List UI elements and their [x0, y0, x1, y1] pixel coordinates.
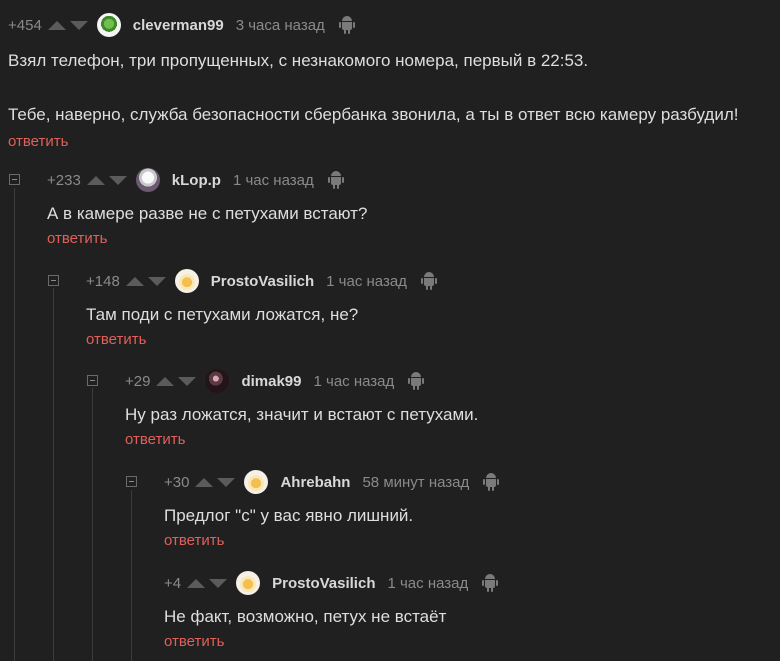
reply-link[interactable]: ответить — [164, 532, 224, 549]
comment-header: +233 kLop.p 1 час назад — [47, 168, 780, 192]
android-icon — [482, 574, 499, 592]
comment-text: Не факт, возможно, петух не встаёт — [164, 607, 447, 626]
comment-text: А в камере разве не с петухами встают? — [47, 204, 368, 223]
comment-time[interactable]: 3 часа назад — [236, 17, 325, 34]
comment-rating: +30 — [164, 473, 190, 491]
arrow-up-icon[interactable] — [195, 477, 214, 487]
android-icon — [420, 272, 437, 290]
comment-rating: +29 — [125, 372, 151, 390]
comment-username[interactable]: ProstoVasilich — [211, 273, 314, 290]
comment-header: +29 dimak99 1 час назад — [125, 369, 780, 393]
comment-header: +4 ProstoVasilich 1 час назад — [164, 571, 780, 595]
beer-avatar[interactable] — [174, 269, 199, 293]
comment-username[interactable]: dimak99 — [241, 373, 301, 390]
comment: +29 dimak99 1 час назад Ну раз ложатся, … — [125, 369, 780, 449]
comment-text: Взял телефон, три пропущенных, с незнако… — [8, 51, 589, 70]
android-icon — [338, 16, 355, 34]
comment-text: Тебе, наверно, служба безопасности сберб… — [8, 105, 739, 124]
arrow-down-icon[interactable] — [209, 578, 228, 588]
reply-link[interactable]: ответить — [125, 431, 185, 448]
comment-text: Там поди с петухами ложатся, не? — [86, 305, 359, 324]
comment-username[interactable]: Ahrebahn — [280, 474, 350, 491]
arrow-down-icon[interactable] — [108, 175, 127, 185]
comment-time[interactable]: 58 минут назад — [362, 474, 469, 491]
comment-username[interactable]: kLop.p — [172, 172, 221, 189]
arrow-down-icon[interactable] — [147, 276, 166, 286]
comment-username[interactable]: ProstoVasilich — [272, 575, 375, 592]
arrow-up-icon[interactable] — [156, 376, 175, 386]
comment-rating: +454 — [8, 16, 42, 34]
reply-link[interactable]: ответить — [164, 633, 224, 650]
reply-link[interactable]: ответить — [86, 331, 146, 348]
comment-time[interactable]: 1 час назад — [326, 273, 407, 290]
beer-avatar[interactable] — [236, 571, 261, 595]
comment-rating: +4 — [164, 574, 182, 592]
comment-username[interactable]: cleverman99 — [133, 17, 224, 34]
comment-text: Ну раз ложатся, значит и встают с петуха… — [125, 405, 479, 424]
comment-header: +148 ProstoVasilich 1 час назад — [86, 269, 780, 293]
collapse-minus-icon[interactable] — [87, 375, 98, 386]
arrow-down-icon[interactable] — [69, 20, 88, 30]
comment-header: +30 Ahrebahn 58 минут назад — [164, 470, 780, 494]
reply-link[interactable]: ответить — [8, 133, 68, 150]
comment-text: Предлог "с" у вас явно лишний. — [164, 506, 414, 525]
arrow-up-icon[interactable] — [86, 175, 105, 185]
comment-header: +454 cleverman99 3 часа назад — [8, 13, 780, 37]
comment: +233 kLop.p 1 час назад А в камере разве… — [47, 168, 780, 248]
comment-rating: +148 — [86, 272, 120, 290]
comment: +30 Ahrebahn 58 минут назад Предлог "с" … — [164, 470, 780, 550]
comment: +148 ProstoVasilich 1 час назад Там поди… — [86, 269, 780, 349]
comment-time[interactable]: 1 час назад — [314, 373, 395, 390]
arrow-up-icon[interactable] — [47, 20, 66, 30]
dark-avatar[interactable] — [205, 369, 230, 393]
collapse-minus-icon[interactable] — [126, 476, 137, 487]
arrow-up-icon[interactable] — [125, 276, 144, 286]
android-icon — [483, 473, 500, 491]
thread-line-level3 — [92, 388, 93, 661]
thread-line-level2 — [53, 288, 54, 661]
thread-line-level4 — [131, 490, 132, 661]
comment-time[interactable]: 1 час назад — [233, 172, 314, 189]
comment-rating: +233 — [47, 171, 81, 189]
comment: +4 ProstoVasilich 1 час назад Не факт, в… — [164, 571, 780, 651]
ghost-avatar[interactable] — [135, 168, 160, 192]
android-icon — [327, 171, 344, 189]
arrow-down-icon[interactable] — [217, 477, 236, 487]
beer-avatar[interactable] — [244, 470, 269, 494]
arrow-up-icon[interactable] — [187, 578, 206, 588]
reply-link[interactable]: ответить — [47, 230, 107, 247]
collapse-minus-icon[interactable] — [9, 174, 20, 185]
comment-time[interactable]: 1 час назад — [387, 575, 468, 592]
thread-line-level1 — [14, 188, 15, 661]
comment: +454 cleverman99 3 часа назад Взял телеф… — [8, 13, 780, 151]
arrow-down-icon[interactable] — [178, 376, 197, 386]
clover-avatar[interactable] — [96, 13, 121, 37]
collapse-minus-icon[interactable] — [48, 275, 59, 286]
android-icon — [408, 372, 425, 390]
